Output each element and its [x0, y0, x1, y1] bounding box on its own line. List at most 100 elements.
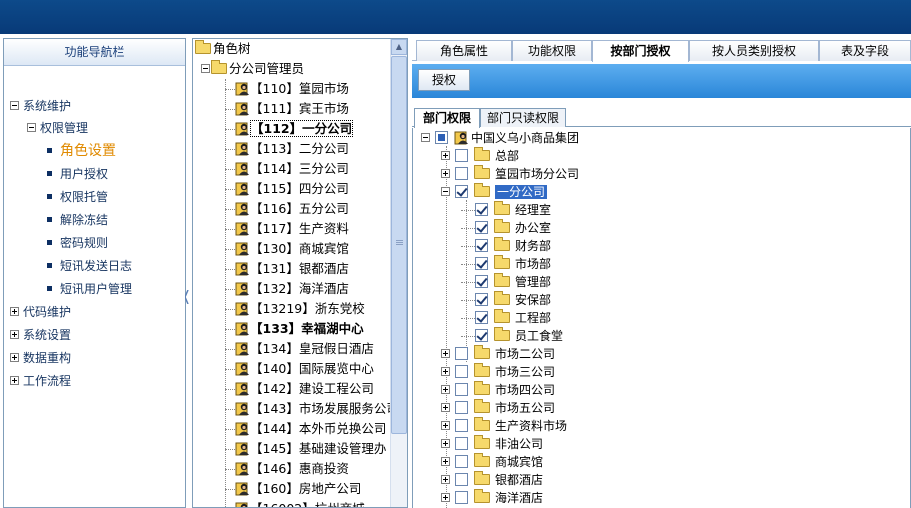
expand-icon[interactable] — [441, 349, 450, 358]
dept-node[interactable]: 市场三公司 — [441, 363, 555, 381]
dept-node[interactable]: 经理室 — [461, 201, 551, 219]
checkbox[interactable] — [475, 203, 488, 216]
dept-node[interactable]: 市场五公司 — [441, 399, 555, 417]
dept-node[interactable]: 商城宾馆 — [441, 453, 543, 471]
dept-node[interactable]: 一分公司 — [441, 183, 548, 201]
role-item[interactable]: 【145】基础建设管理办 — [235, 439, 386, 459]
dept-node[interactable]: 办公室 — [461, 219, 551, 237]
checkbox[interactable] — [455, 455, 468, 468]
role-item[interactable]: 【142】建设工程公司 — [235, 379, 374, 399]
tab-4[interactable]: 按人员类别授权 — [689, 40, 819, 61]
nav-group[interactable]: 系统设置 — [10, 326, 71, 344]
expand-icon[interactable] — [441, 439, 450, 448]
nav-group[interactable]: 工作流程 — [10, 372, 71, 390]
role-item[interactable]: 【117】生产资料 — [235, 219, 349, 239]
role-item[interactable]: 【130】商城宾馆 — [235, 239, 349, 259]
expand-icon[interactable] — [441, 385, 450, 394]
tab-3[interactable]: 按部门授权 — [592, 40, 689, 62]
dept-node[interactable]: 总部 — [441, 147, 519, 165]
checkbox[interactable] — [455, 167, 468, 180]
authorize-button[interactable]: 授权 — [418, 69, 470, 91]
dept-node[interactable]: 非油公司 — [441, 435, 543, 453]
scroll-thumb[interactable] — [391, 56, 407, 434]
nav-group[interactable]: 数据重构 — [10, 349, 71, 367]
expand-icon[interactable] — [441, 151, 450, 160]
expand-icon[interactable] — [441, 367, 450, 376]
subtab-1[interactable]: 部门权限 — [414, 108, 480, 128]
checkbox[interactable] — [475, 221, 488, 234]
scroll-up-button[interactable]: ▲ — [391, 39, 407, 55]
checkbox[interactable] — [475, 329, 488, 342]
nav-item[interactable]: 解除冻结 — [47, 211, 108, 229]
dept-node[interactable]: 篁园市场分公司 — [441, 165, 579, 183]
expand-icon[interactable] — [441, 457, 450, 466]
role-item[interactable]: 【146】惠商投资 — [235, 459, 349, 479]
role-item[interactable]: 【113】二分公司 — [235, 139, 349, 159]
role-item[interactable]: 【112】一分公司 — [235, 119, 354, 139]
role-item[interactable]: 【13219】浙东党校 — [235, 299, 365, 319]
expand-icon[interactable] — [10, 376, 19, 385]
role-group[interactable]: 分公司管理员 — [201, 59, 304, 79]
role-item[interactable]: 【116】五分公司 — [235, 199, 349, 219]
checkbox[interactable] — [475, 293, 488, 306]
checkbox[interactable] — [435, 131, 448, 144]
splitter-handle[interactable] — [185, 290, 189, 304]
nav-item[interactable]: 短讯用户管理 — [47, 280, 132, 298]
role-item[interactable]: 【115】四分公司 — [235, 179, 349, 199]
dept-node[interactable]: 安保部 — [461, 291, 551, 309]
role-tree-scrollbar[interactable]: ▲ — [390, 39, 407, 507]
checkbox[interactable] — [455, 383, 468, 396]
checkbox[interactable] — [475, 239, 488, 252]
dept-node[interactable]: 银都酒店 — [441, 471, 543, 489]
nav-item[interactable]: 权限托管 — [47, 188, 108, 206]
checkbox[interactable] — [455, 401, 468, 414]
dept-node[interactable]: 工程部 — [461, 309, 551, 327]
nav-item[interactable]: 密码规则 — [47, 234, 108, 252]
role-item[interactable]: 【140】国际展览中心 — [235, 359, 374, 379]
role-item[interactable]: 【110】篁园市场 — [235, 79, 349, 99]
dept-node[interactable]: 财务部 — [461, 237, 551, 255]
tab-1[interactable]: 角色属性 — [416, 40, 512, 61]
role-item[interactable]: 【132】海洋酒店 — [235, 279, 349, 299]
collapse-icon[interactable] — [10, 101, 19, 110]
nav-group[interactable]: 代码维护 — [10, 303, 71, 321]
expand-icon[interactable] — [10, 307, 19, 316]
collapse-icon[interactable] — [201, 64, 210, 73]
expand-icon[interactable] — [10, 330, 19, 339]
checkbox[interactable] — [475, 257, 488, 270]
nav-group[interactable]: 系统维护 — [10, 97, 71, 115]
role-tree-root[interactable]: 角色树 — [195, 39, 251, 59]
role-item[interactable]: 【16002】杭州商城 — [235, 499, 365, 507]
checkbox[interactable] — [455, 419, 468, 432]
dept-node[interactable]: 海洋酒店 — [441, 489, 543, 507]
collapse-icon[interactable] — [421, 133, 430, 142]
checkbox[interactable] — [455, 491, 468, 504]
nav-item[interactable]: 角色设置 — [47, 142, 116, 160]
role-item[interactable]: 【133】幸福湖中心 — [235, 319, 364, 339]
role-item[interactable]: 【111】宾王市场 — [235, 99, 349, 119]
dept-node[interactable]: 市场部 — [461, 255, 551, 273]
dept-node[interactable]: 市场四公司 — [441, 381, 555, 399]
dept-node[interactable]: 员工食堂 — [461, 327, 563, 345]
expand-icon[interactable] — [441, 403, 450, 412]
checkbox[interactable] — [475, 275, 488, 288]
nav-group[interactable]: 权限管理 — [27, 119, 88, 137]
expand-icon[interactable] — [10, 353, 19, 362]
checkbox[interactable] — [455, 347, 468, 360]
dept-node[interactable]: 中国义乌小商品集团 — [421, 129, 579, 147]
checkbox[interactable] — [455, 365, 468, 378]
dept-node[interactable]: 市场二公司 — [441, 345, 555, 363]
nav-item[interactable]: 短讯发送日志 — [47, 257, 132, 275]
collapse-icon[interactable] — [441, 187, 450, 196]
expand-icon[interactable] — [441, 475, 450, 484]
expand-icon[interactable] — [441, 169, 450, 178]
nav-item[interactable]: 用户授权 — [47, 165, 108, 183]
role-item[interactable]: 【144】本外币兑换公司 — [235, 419, 386, 439]
role-item[interactable]: 【131】银都酒店 — [235, 259, 349, 279]
role-item[interactable]: 【114】三分公司 — [235, 159, 349, 179]
expand-icon[interactable] — [441, 421, 450, 430]
checkbox[interactable] — [455, 437, 468, 450]
role-item[interactable]: 【143】市场发展服务公司 — [235, 399, 399, 419]
checkbox[interactable] — [455, 149, 468, 162]
collapse-icon[interactable] — [27, 123, 36, 132]
